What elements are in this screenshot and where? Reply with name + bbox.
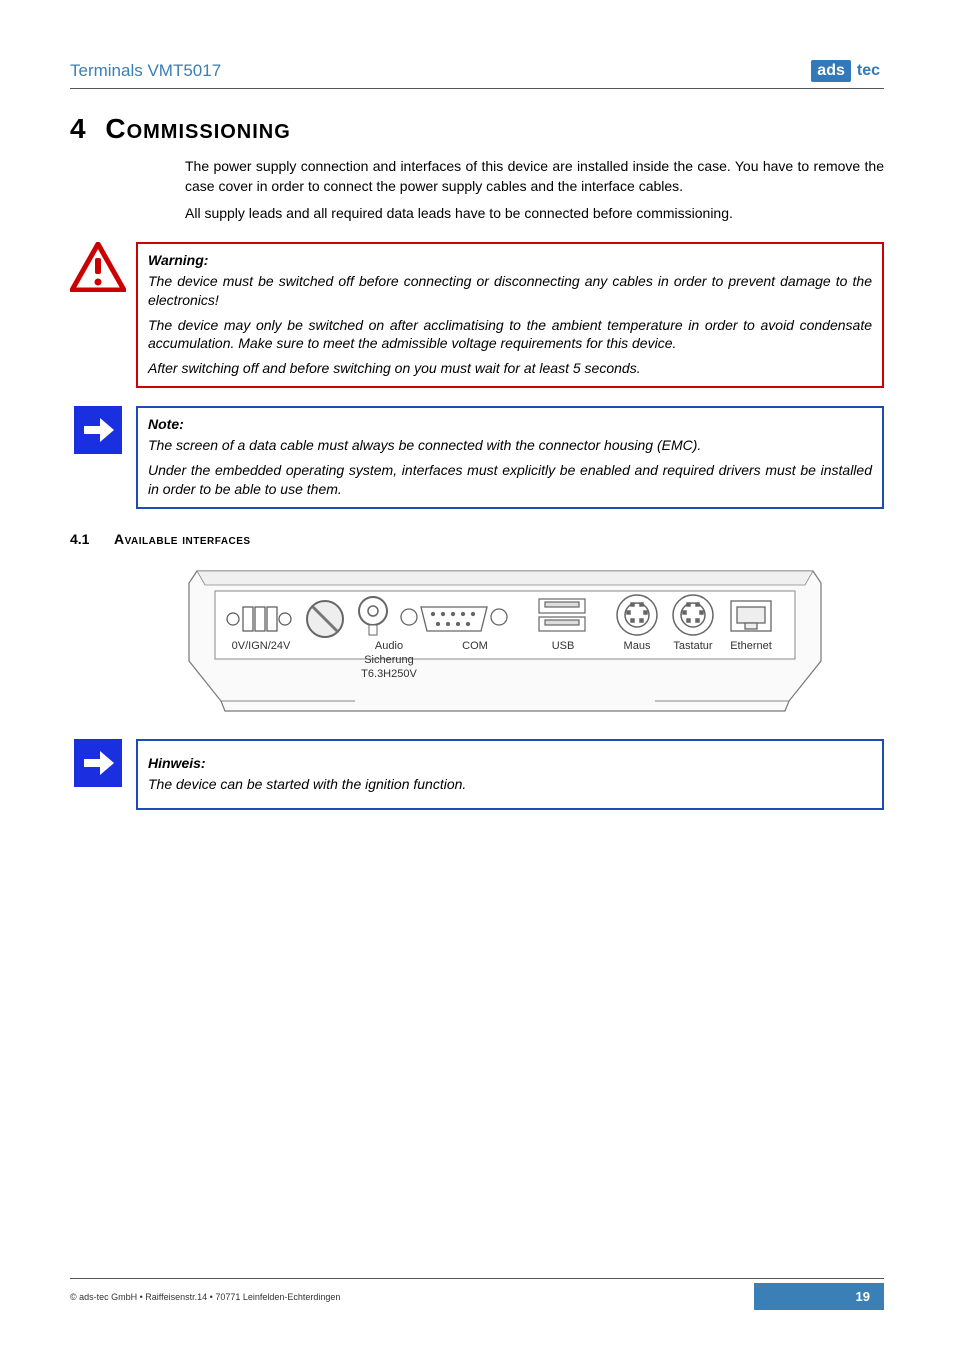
footer-copyright: © ads-tec GmbH • Raiffeisenstr.14 • 7077… — [70, 1292, 340, 1302]
section-heading: 4.1 Available interfaces — [70, 531, 884, 547]
brand-logo: adstec — [811, 60, 884, 82]
hinweis-box: Hinweis: The device can be started with … — [136, 739, 884, 810]
label-ethernet: Ethernet — [730, 640, 772, 652]
warning-title: Warning: — [148, 252, 872, 268]
warning-box: Warning: The device must be switched off… — [136, 242, 884, 388]
interfaces-diagram: 0V/IGN/24V Audio Sicherung T6.3H250V — [185, 561, 825, 716]
label-audio: Audio — [375, 640, 403, 652]
intro-paragraph-2: All supply leads and all required data l… — [185, 204, 884, 224]
label-power: 0V/IGN/24V — [232, 640, 291, 652]
section-title: Available interfaces — [114, 531, 251, 547]
warning-text-3: After switching off and before switching… — [148, 359, 872, 378]
warning-icon — [70, 242, 126, 388]
note-arrow-icon — [70, 406, 126, 509]
label-usb: USB — [552, 640, 575, 652]
chapter-number: 4 — [70, 113, 87, 144]
section-number: 4.1 — [70, 531, 100, 547]
label-maus: Maus — [624, 640, 651, 652]
note-text-2: Under the embedded operating system, int… — [148, 461, 872, 499]
logo-text: tec — [853, 61, 884, 81]
label-com: COM — [462, 640, 488, 652]
note-title: Note: — [148, 416, 872, 432]
chapter-title: Commissioning — [105, 113, 290, 144]
label-fuse2: T6.3H250V — [361, 668, 417, 680]
hinweis-arrow-icon — [70, 739, 126, 810]
note-text-1: The screen of a data cable must always b… — [148, 436, 872, 455]
label-fuse1: Sicherung — [364, 654, 414, 666]
header-divider — [70, 88, 884, 89]
intro-paragraph-1: The power supply connection and interfac… — [185, 157, 884, 196]
note-box: Note: The screen of a data cable must al… — [136, 406, 884, 509]
hinweis-text-1: The device can be started with the ignit… — [148, 775, 872, 794]
header-title: Terminals VMT5017 — [70, 61, 221, 81]
label-tastatur: Tastatur — [673, 640, 712, 652]
footer-divider — [70, 1278, 884, 1279]
hinweis-title: Hinweis: — [148, 755, 872, 771]
warning-text-1: The device must be switched off before c… — [148, 272, 872, 310]
chapter-heading: 4 Commissioning — [70, 113, 884, 145]
page-number: 19 — [754, 1283, 884, 1310]
logo-box: ads — [811, 60, 851, 82]
warning-text-2: The device may only be switched on after… — [148, 316, 872, 354]
